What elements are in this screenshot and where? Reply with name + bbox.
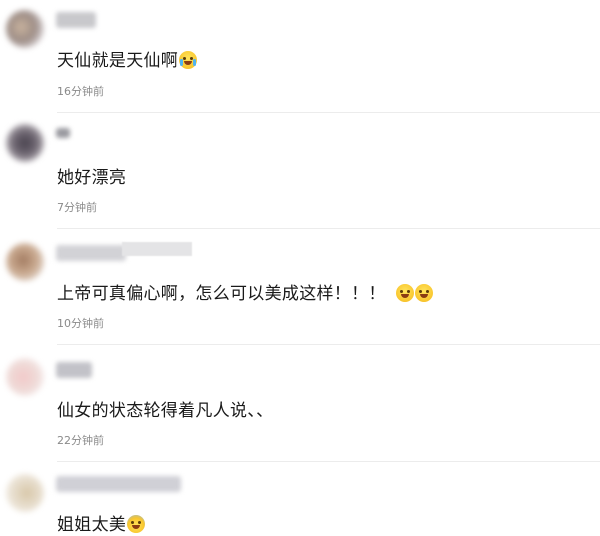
avatar[interactable] — [6, 358, 44, 396]
comment-text-label: 她好漂亮 — [57, 168, 127, 188]
divider — [57, 228, 600, 229]
username-redacted[interactable] — [56, 245, 126, 261]
comment-text: 她好漂亮 — [57, 163, 126, 188]
comment-timestamp: 16分钟前 — [57, 85, 104, 98]
crying-laughing-emoji-icon — [179, 51, 198, 69]
comment-timestamp: 10分钟前 — [57, 317, 104, 330]
comment-timestamp: 7分钟前 — [57, 201, 97, 214]
laughing-emoji-icon — [414, 284, 433, 302]
comment-text-label: 姐姐太美 — [57, 515, 127, 535]
divider — [57, 461, 600, 462]
comment-text: 上帝可真偏心啊，怎么可以美成这样！！！ — [57, 279, 433, 304]
laughing-emoji-icon — [395, 284, 414, 302]
avatar[interactable] — [6, 124, 44, 162]
comment-text-label: 上帝可真偏心啊，怎么可以美成这样！！！ — [57, 284, 386, 304]
avatar[interactable] — [6, 243, 44, 281]
divider — [57, 344, 600, 345]
username-redacted-text — [122, 242, 192, 256]
avatar[interactable] — [6, 10, 44, 48]
username-redacted[interactable] — [56, 362, 92, 378]
comment-text-label: 仙女的状态轮得着凡人说、、 — [57, 401, 274, 421]
comment-text-label: 天仙就是天仙啊 — [57, 51, 179, 71]
username-redacted[interactable] — [56, 128, 70, 138]
comment-text: 姐姐太美 — [57, 510, 146, 535]
comment-text: 天仙就是天仙啊 — [57, 46, 198, 71]
comment-text: 仙女的状态轮得着凡人说、、 — [57, 396, 273, 421]
divider — [57, 112, 600, 113]
scared-emoji-icon — [127, 515, 146, 533]
comment-timestamp: 22分钟前 — [57, 434, 104, 447]
username-redacted[interactable] — [56, 12, 96, 28]
username-redacted[interactable] — [56, 476, 181, 492]
avatar[interactable] — [6, 474, 44, 512]
